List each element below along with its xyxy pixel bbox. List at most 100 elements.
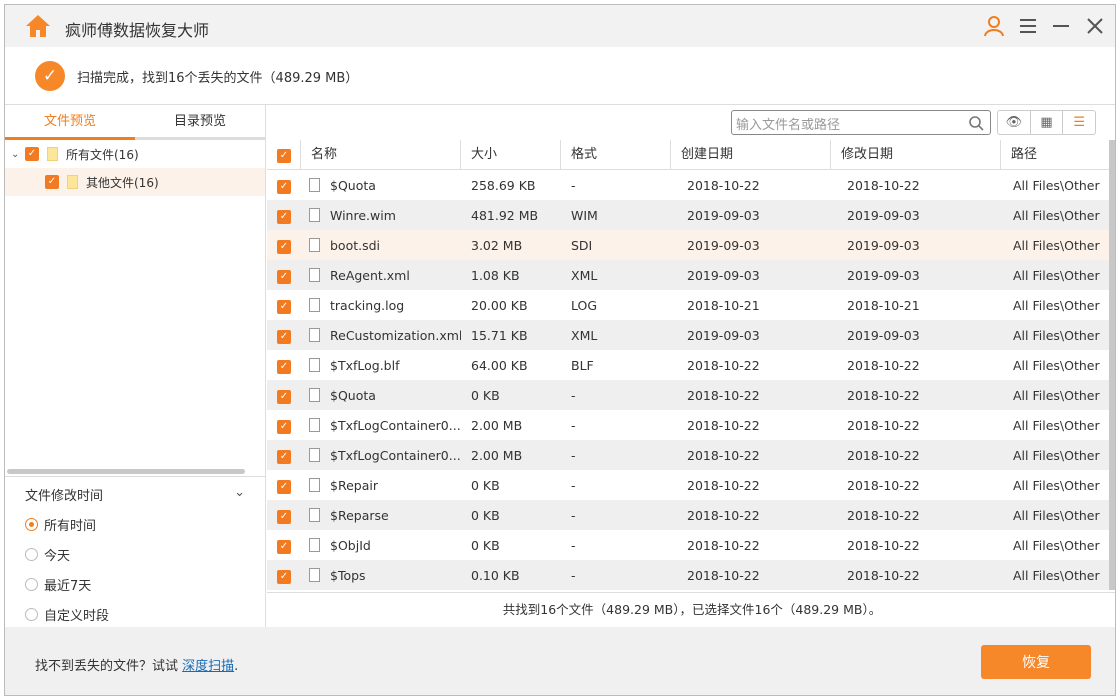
folder-icon bbox=[67, 175, 78, 189]
table-row[interactable]: ✓ $Repair 0 KB - 2018-10-22 2018-10-22 All Fil… bbox=[267, 470, 1109, 500]
file-size: 0.10 KB bbox=[471, 567, 520, 583]
row-checkbox[interactable]: ✓ bbox=[277, 239, 291, 254]
file-name: $Repair bbox=[330, 477, 378, 493]
created-date: 2018-10-22 bbox=[687, 417, 760, 433]
radio-button[interactable] bbox=[25, 607, 38, 621]
radio-custom-range[interactable]: 自定义时段 bbox=[25, 599, 245, 629]
tree-item-label: 所有文件(16) bbox=[66, 147, 139, 162]
home-icon[interactable] bbox=[25, 14, 51, 38]
file-icon bbox=[309, 328, 320, 342]
table-row[interactable]: ✓ ReCustomization.xml 15.71 KB XML 2019-09-0… bbox=[267, 320, 1109, 350]
grid-view-icon[interactable]: ▦ bbox=[1031, 111, 1064, 134]
table-row[interactable]: ✓ $ObjId 0 KB - 2018-10-22 2018-10-22 All File… bbox=[267, 530, 1109, 560]
select-all-checkbox[interactable]: ✓ bbox=[277, 148, 291, 163]
checkbox[interactable]: ✓ bbox=[45, 175, 59, 189]
created-date: 2018-10-22 bbox=[687, 477, 760, 493]
chevron-down-icon[interactable]: ⌄ bbox=[11, 149, 25, 160]
modified-date: 2018-10-22 bbox=[847, 447, 920, 463]
tab-file-preview[interactable]: 文件预览 bbox=[5, 105, 135, 140]
file-icon bbox=[309, 178, 320, 192]
vertical-scrollbar[interactable] bbox=[1109, 140, 1115, 590]
radio-button[interactable] bbox=[25, 517, 38, 531]
column-created[interactable]: 创建日期 bbox=[671, 139, 831, 170]
preview-eye-icon[interactable]: 👁 bbox=[998, 111, 1031, 134]
file-path: All Files\Other bbox=[1013, 177, 1100, 193]
column-size[interactable]: 大小 bbox=[461, 139, 561, 170]
tab-directory-preview[interactable]: 目录预览 bbox=[135, 105, 265, 137]
file-path: All Files\Other bbox=[1013, 327, 1100, 343]
radio-label: 今天 bbox=[44, 548, 71, 564]
row-checkbox[interactable]: ✓ bbox=[277, 359, 291, 374]
radio-last-7-days[interactable]: 最近7天 bbox=[25, 569, 245, 599]
list-view-icon[interactable]: ☰ bbox=[1063, 111, 1095, 134]
search-input[interactable]: 输入文件名或路径 bbox=[731, 110, 991, 135]
row-checkbox[interactable]: ✓ bbox=[277, 269, 291, 284]
table-row[interactable]: ✓ $TxfLog.blf 64.00 KB BLF 2018-10-22 2018-10… bbox=[267, 350, 1109, 380]
radio-all-time[interactable]: 所有时间 bbox=[25, 509, 245, 539]
app-window: 疯师傅数据恢复大师 ✓ 扫描完成，找到16个丢失的文件（489.29 MB） 文… bbox=[4, 4, 1116, 696]
table-row[interactable]: ✓ $TxfLogContainer0... 2.00 MB - 2018-10-22 2… bbox=[267, 440, 1109, 470]
tree-item-all-files[interactable]: ⌄ ✓ 所有文件(16) bbox=[5, 140, 265, 168]
file-format: - bbox=[571, 177, 576, 193]
modified-date: 2018-10-22 bbox=[847, 177, 920, 193]
file-icon bbox=[309, 418, 320, 432]
file-size: 64.00 KB bbox=[471, 357, 528, 373]
file-name: $Tops bbox=[330, 567, 366, 583]
check-circle-icon: ✓ bbox=[35, 61, 65, 91]
user-icon[interactable] bbox=[983, 15, 1005, 37]
row-checkbox[interactable]: ✓ bbox=[277, 479, 291, 494]
file-size: 0 KB bbox=[471, 507, 500, 523]
row-checkbox[interactable]: ✓ bbox=[277, 209, 291, 224]
table-row[interactable]: ✓ $Tops 0.10 KB - 2018-10-22 2018-10-22 All Fi… bbox=[267, 560, 1109, 590]
row-checkbox[interactable]: ✓ bbox=[277, 449, 291, 464]
radio-today[interactable]: 今天 bbox=[25, 539, 245, 569]
table-row[interactable]: ✓ ReAgent.xml 1.08 KB XML 2019-09-03 2019-09-… bbox=[267, 260, 1109, 290]
row-checkbox[interactable]: ✓ bbox=[277, 539, 291, 554]
created-date: 2018-10-22 bbox=[687, 567, 760, 583]
row-checkbox[interactable]: ✓ bbox=[277, 329, 291, 344]
scan-status-bar: ✓ 扫描完成，找到16个丢失的文件（489.29 MB） bbox=[5, 47, 1115, 105]
table-row[interactable]: ✓ $Quota 0 KB - 2018-10-22 2018-10-22 All File… bbox=[267, 380, 1109, 410]
file-path: All Files\Other bbox=[1013, 207, 1100, 223]
column-modified[interactable]: 修改日期 bbox=[831, 139, 1001, 170]
table-row[interactable]: ✓ $TxfLogContainer0... 2.00 MB - 2018-10-22 2… bbox=[267, 410, 1109, 440]
row-checkbox[interactable]: ✓ bbox=[277, 299, 291, 314]
preview-tabs: 文件预览 目录预览 bbox=[5, 105, 265, 140]
file-name: Winre.wim bbox=[330, 207, 396, 223]
deep-scan-link[interactable]: 深度扫描 bbox=[182, 659, 234, 674]
table-row[interactable]: ✓ $Quota 258.69 KB - 2018-10-22 2018-10-22 All… bbox=[267, 170, 1109, 200]
file-icon bbox=[309, 448, 320, 462]
row-checkbox[interactable]: ✓ bbox=[277, 389, 291, 404]
radio-button[interactable] bbox=[25, 577, 38, 591]
row-checkbox[interactable]: ✓ bbox=[277, 569, 291, 584]
table-row[interactable]: ✓ tracking.log 20.00 KB LOG 2018-10-21 2018-1… bbox=[267, 290, 1109, 320]
row-checkbox[interactable]: ✓ bbox=[277, 419, 291, 434]
modified-date: 2018-10-22 bbox=[847, 507, 920, 523]
table-row[interactable]: ✓ Winre.wim 481.92 MB WIM 2019-09-03 2019-09-… bbox=[267, 200, 1109, 230]
row-checkbox[interactable]: ✓ bbox=[277, 509, 291, 524]
search-placeholder: 输入文件名或路径 bbox=[736, 118, 841, 133]
created-date: 2018-10-21 bbox=[687, 297, 760, 313]
checkbox[interactable]: ✓ bbox=[25, 147, 39, 161]
table-row[interactable]: ✓ boot.sdi 3.02 MB SDI 2019-09-03 2019-09-03 A… bbox=[267, 230, 1109, 260]
column-name[interactable]: 名称 bbox=[301, 139, 461, 170]
file-size: 0 KB bbox=[471, 537, 500, 553]
row-checkbox[interactable]: ✓ bbox=[277, 179, 291, 194]
modified-time-filter: 文件修改时间 ⌄ 所有时间 今天 最近7天 自定义时段 bbox=[5, 476, 265, 637]
radio-button[interactable] bbox=[25, 547, 38, 561]
modified-date: 2018-10-22 bbox=[847, 417, 920, 433]
tree-item-other-files[interactable]: ✓ 其他文件(16) bbox=[5, 168, 265, 196]
column-path[interactable]: 路径 bbox=[1001, 140, 1109, 170]
file-format: WIM bbox=[571, 207, 598, 223]
file-path: All Files\Other bbox=[1013, 507, 1100, 523]
column-format[interactable]: 格式 bbox=[561, 139, 671, 170]
menu-icon[interactable] bbox=[1017, 15, 1039, 37]
table-row[interactable]: ✓ $Reparse 0 KB - 2018-10-22 2018-10-22 All Fi… bbox=[267, 500, 1109, 530]
horizontal-scrollbar[interactable] bbox=[7, 469, 245, 474]
close-icon[interactable] bbox=[1084, 15, 1106, 37]
recover-button[interactable]: 恢复 bbox=[981, 645, 1091, 679]
chevron-down-icon[interactable]: ⌄ bbox=[234, 485, 245, 509]
modified-date: 2019-09-03 bbox=[847, 237, 920, 253]
search-icon[interactable] bbox=[968, 115, 984, 131]
minimize-icon[interactable] bbox=[1050, 15, 1072, 37]
